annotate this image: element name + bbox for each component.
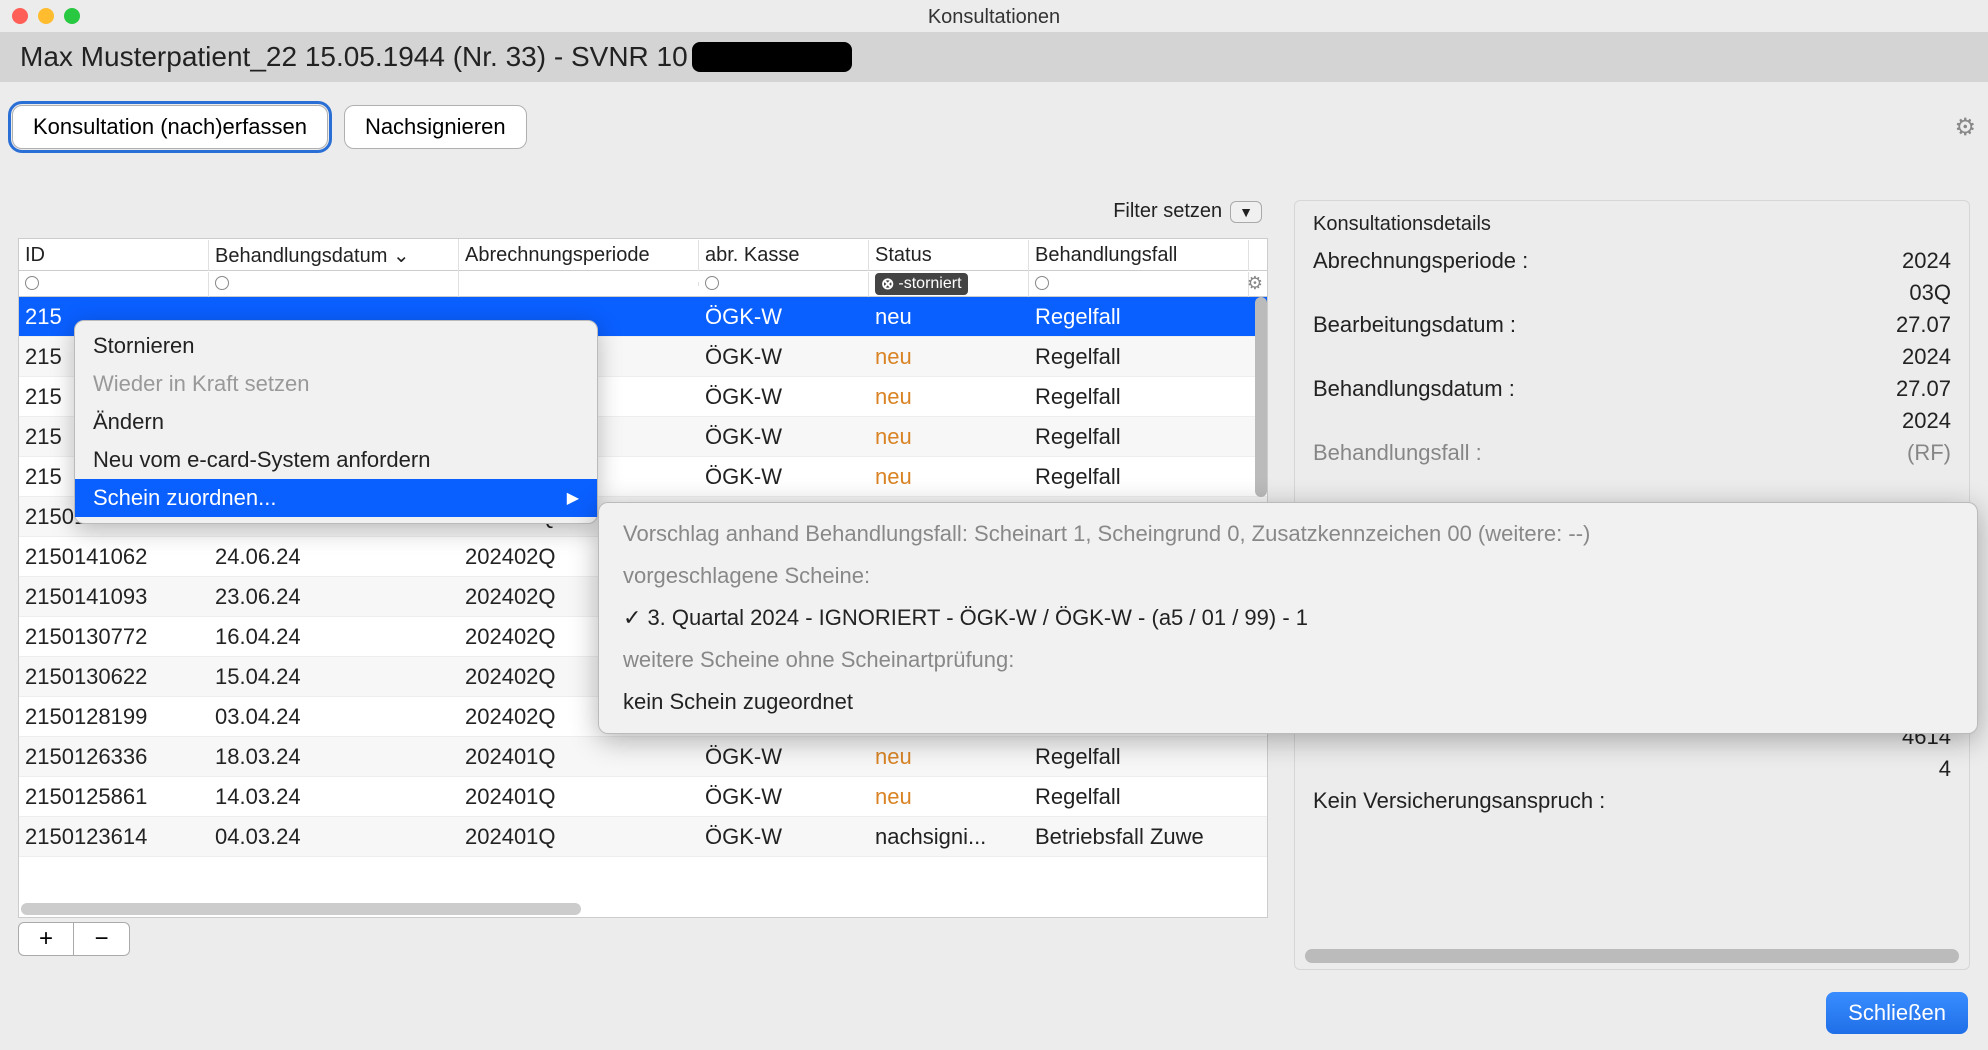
filter-label: Filter setzen <box>1113 200 1222 223</box>
nachsignieren-button[interactable]: Nachsignieren <box>344 105 527 149</box>
cell-datum: 24.06.24 <box>209 540 459 574</box>
context-menu: Stornieren Wieder in Kraft setzen Ändern… <box>74 320 598 524</box>
menu-wieder-in-kraft: Wieder in Kraft setzen <box>75 365 597 403</box>
cell-periode: 202401Q <box>459 780 699 814</box>
cell-datum: 15.04.24 <box>209 660 459 694</box>
menu-stornieren[interactable]: Stornieren <box>75 327 597 365</box>
status-filter-pill[interactable]: ⊗-storniert <box>875 273 968 295</box>
cell-status: neu <box>869 340 1029 374</box>
details-title: Konsultationsdetails <box>1313 213 1951 236</box>
cell-fall: Regelfall <box>1029 300 1249 334</box>
cell-fall: Regelfall <box>1029 420 1249 454</box>
col-fall[interactable]: Behandlungsfall <box>1029 240 1249 271</box>
cell-fall: Regelfall <box>1029 340 1249 374</box>
details-horizontal-scrollbar[interactable] <box>1305 949 1959 963</box>
detail-bearbeitungsdatum-label: Bearbeitungsdatum : <box>1313 312 1516 338</box>
menu-schein-zuordnen[interactable]: Schein zuordnen...▶ <box>75 479 597 517</box>
col-datum[interactable]: Behandlungsdatum ⌄ <box>209 239 459 272</box>
cell-status: neu <box>869 300 1029 334</box>
cell-periode: 202401Q <box>459 740 699 774</box>
cell-id: 2150125861 <box>19 780 209 814</box>
submenu-weitere-label: weitere Scheine ohne Scheinartprüfung: <box>599 639 1977 681</box>
cell-datum: 03.04.24 <box>209 700 459 734</box>
table-row[interactable]: 215012586114.03.24202401QÖGK-WneuRegelfa… <box>19 777 1267 817</box>
remove-row-button[interactable]: − <box>74 922 130 956</box>
cell-kasse: ÖGK-W <box>699 460 869 494</box>
cell-fall: Regelfall <box>1029 380 1249 414</box>
cell-status: neu <box>869 460 1029 494</box>
schein-submenu: Vorschlag anhand Behandlungsfall: Schein… <box>598 502 1978 734</box>
cell-fall: Betriebsfall Zuwe <box>1029 820 1249 854</box>
konsultation-erfassen-button[interactable]: Konsultation (nach)erfassen <box>12 105 328 149</box>
filter-id-radio[interactable] <box>25 276 39 290</box>
submenu-arrow-icon: ▶ <box>567 488 579 508</box>
cell-kasse: ÖGK-W <box>699 740 869 774</box>
patient-header: Max Musterpatient_22 15.05.1944 (Nr. 33)… <box>0 32 1988 82</box>
add-row-button[interactable]: + <box>18 922 74 956</box>
table-header: ID Behandlungsdatum ⌄ Abrechnungsperiode… <box>19 239 1267 271</box>
cell-datum: 16.04.24 <box>209 620 459 654</box>
menu-neu-ecard[interactable]: Neu vom e-card-System anfordern <box>75 441 597 479</box>
cell-kasse: ÖGK-W <box>699 300 869 334</box>
svnr-redacted <box>692 42 852 72</box>
table-vertical-scrollbar[interactable] <box>1255 297 1267 497</box>
cell-periode: 202401Q <box>459 820 699 854</box>
cell-datum: 18.03.24 <box>209 740 459 774</box>
cell-kasse: ÖGK-W <box>699 820 869 854</box>
submenu-vorschlag: Vorschlag anhand Behandlungsfall: Schein… <box>599 513 1977 555</box>
cell-status: neu <box>869 420 1029 454</box>
table-row[interactable]: 215012361404.03.24202401QÖGK-Wnachsigni.… <box>19 817 1267 857</box>
filter-toggle-button[interactable]: ▼ <box>1230 201 1262 223</box>
cell-id: 2150130772 <box>19 620 209 654</box>
cell-id: 2150141062 <box>19 540 209 574</box>
cell-fall: Regelfall <box>1029 780 1249 814</box>
menu-aendern[interactable]: Ändern <box>75 403 597 441</box>
cell-fall: Regelfall <box>1029 740 1249 774</box>
cell-status: neu <box>869 740 1029 774</box>
cell-id: 2150123614 <box>19 820 209 854</box>
cell-datum: 23.06.24 <box>209 580 459 614</box>
cell-datum: 04.03.24 <box>209 820 459 854</box>
cell-status: nachsigni... <box>869 820 1029 854</box>
submenu-kein-schein[interactable]: kein Schein zugeordnet <box>599 681 1977 723</box>
cell-kasse: ÖGK-W <box>699 380 869 414</box>
table-horizontal-scrollbar[interactable] <box>21 903 581 915</box>
schliessen-button[interactable]: Schließen <box>1826 992 1968 1034</box>
patient-header-text: Max Musterpatient_22 15.05.1944 (Nr. 33)… <box>20 41 688 73</box>
cell-kasse: ÖGK-W <box>699 420 869 454</box>
checkmark-icon: ✓ <box>623 605 641 630</box>
filter-kasse-radio[interactable] <box>705 276 719 290</box>
cell-status: neu <box>869 380 1029 414</box>
window-title: Konsultationen <box>0 6 1988 29</box>
col-status[interactable]: Status <box>869 240 1029 271</box>
cell-id: 2150128199 <box>19 700 209 734</box>
detail-behandlungsfall-label: Behandlungsfall : <box>1313 440 1482 466</box>
detail-abrechnungsperiode-label: Abrechnungsperiode : <box>1313 248 1528 274</box>
cell-id: 2150130622 <box>19 660 209 694</box>
cell-id: 2150126336 <box>19 740 209 774</box>
submenu-schein-option[interactable]: ✓3. Quartal 2024 - IGNORIERT - ÖGK-W / Ö… <box>599 597 1977 639</box>
table-filter-row: ⊗-storniert ⚙ <box>19 271 1267 297</box>
cell-datum: 14.03.24 <box>209 780 459 814</box>
filter-datum-radio[interactable] <box>215 276 229 290</box>
detail-kein-anspruch-label: Kein Versicherungsanspruch : <box>1313 788 1605 814</box>
table-row[interactable]: 215012633618.03.24202401QÖGK-WneuRegelfa… <box>19 737 1267 777</box>
submenu-vorgeschlagene-label: vorgeschlagene Scheine: <box>599 555 1977 597</box>
column-config-gear-icon[interactable]: ⚙ <box>1247 273 1263 294</box>
cell-fall: Regelfall <box>1029 460 1249 494</box>
detail-behandlungsdatum-label: Behandlungsdatum : <box>1313 376 1515 402</box>
col-id[interactable]: ID <box>19 240 209 271</box>
cell-id: 2150141093 <box>19 580 209 614</box>
settings-gear-icon[interactable]: ⚙ <box>1954 113 1976 142</box>
cell-status: neu <box>869 780 1029 814</box>
col-kasse[interactable]: abr. Kasse <box>699 240 869 271</box>
cell-kasse: ÖGK-W <box>699 340 869 374</box>
filter-fall-radio[interactable] <box>1035 276 1049 290</box>
col-periode[interactable]: Abrechnungsperiode <box>459 240 699 271</box>
cell-kasse: ÖGK-W <box>699 780 869 814</box>
